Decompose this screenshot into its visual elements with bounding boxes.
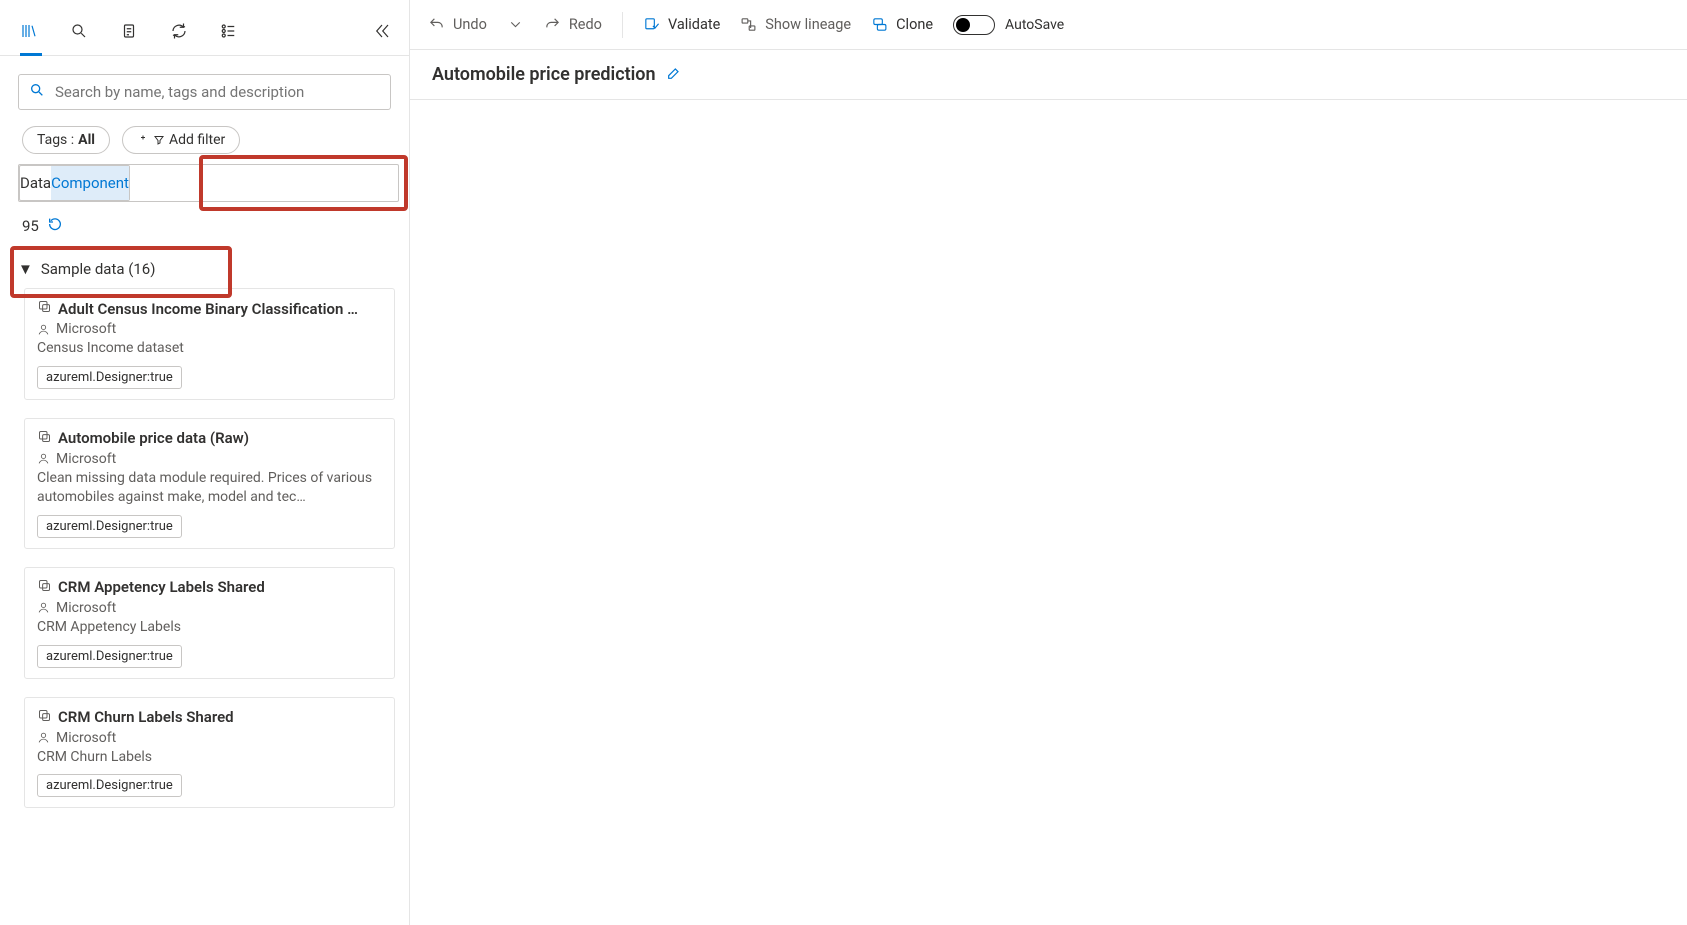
- item-owner: Microsoft: [56, 600, 116, 616]
- sidebar: Tags : All Add filter Data Component 95 …: [0, 0, 410, 925]
- tab-data[interactable]: Data: [20, 166, 51, 200]
- add-filter-pill[interactable]: Add filter: [122, 126, 240, 154]
- asset-type-tabs: Data Component: [19, 165, 130, 201]
- add-filter-label: Add filter: [169, 132, 225, 148]
- item-title: Automobile price data (Raw): [58, 429, 249, 447]
- search-input[interactable]: [53, 82, 380, 102]
- show-lineage-label: Show lineage: [765, 16, 851, 33]
- results-count: 95: [22, 217, 39, 235]
- undo-button[interactable]: Undo: [428, 16, 487, 33]
- person-icon: [37, 731, 50, 744]
- item-description: Clean missing data module required. Pric…: [37, 469, 382, 507]
- clone-button[interactable]: Clone: [871, 16, 933, 33]
- person-icon: [37, 452, 50, 465]
- undo-label: Undo: [453, 16, 487, 33]
- clone-label: Clone: [896, 16, 933, 33]
- item-owner: Microsoft: [56, 451, 116, 467]
- validate-button[interactable]: Validate: [643, 16, 720, 33]
- item-tag: azureml.Designer:true: [37, 366, 182, 389]
- tags-filter-label: Tags :: [37, 132, 74, 148]
- item-description: CRM Appetency Labels: [37, 618, 382, 637]
- show-lineage-button[interactable]: Show lineage: [740, 16, 851, 33]
- search-input-wrapper[interactable]: [18, 74, 391, 110]
- list-item[interactable]: Automobile price data (Raw) Microsoft Cl…: [24, 418, 395, 549]
- canvas-toolbar: Undo Redo Validate Show lineage Clone Au…: [410, 0, 1687, 50]
- collapse-panel-icon[interactable]: [373, 22, 391, 40]
- autosave-toggle[interactable]: AutoSave: [953, 15, 1064, 35]
- edit-title-icon[interactable]: [666, 65, 682, 85]
- magnifier-icon: [29, 82, 45, 102]
- dataset-icon: [37, 299, 52, 318]
- item-title: Adult Census Income Binary Classificatio…: [58, 300, 358, 318]
- dataset-icon: [37, 429, 52, 448]
- redo-label: Redo: [569, 16, 602, 33]
- redo-button[interactable]: Redo: [544, 16, 602, 33]
- search-icon[interactable]: [70, 22, 88, 40]
- toolbar-divider: [622, 12, 623, 38]
- item-title: CRM Churn Labels Shared: [58, 708, 234, 726]
- item-tag: azureml.Designer:true: [37, 645, 182, 668]
- canvas-area: Undo Redo Validate Show lineage Clone Au…: [410, 0, 1687, 925]
- list-item[interactable]: Adult Census Income Binary Classificatio…: [24, 288, 395, 400]
- results-count-row: 95: [0, 202, 409, 240]
- item-owner: Microsoft: [56, 730, 116, 746]
- item-description: Census Income dataset: [37, 339, 382, 358]
- dataset-icon: [37, 708, 52, 727]
- tags-filter-value: All: [78, 132, 95, 148]
- filter-row: Tags : All Add filter: [0, 126, 409, 164]
- chevron-down-icon: ▼: [18, 260, 33, 278]
- category-sample-data[interactable]: ▼ Sample data (16): [0, 252, 409, 286]
- person-icon: [37, 601, 50, 614]
- validate-label: Validate: [668, 16, 720, 33]
- list-item[interactable]: CRM Churn Labels Shared Microsoft CRM Ch…: [24, 697, 395, 809]
- design-canvas[interactable]: [410, 100, 1687, 925]
- dataset-icon: [37, 578, 52, 597]
- undo-dropdown[interactable]: [507, 16, 524, 33]
- item-owner: Microsoft: [56, 321, 116, 337]
- item-description: CRM Churn Labels: [37, 748, 382, 767]
- sample-list[interactable]: Adult Census Income Binary Classificatio…: [0, 288, 409, 925]
- person-icon: [37, 323, 50, 336]
- tags-filter-pill[interactable]: Tags : All: [22, 126, 110, 154]
- refresh-icon[interactable]: [170, 22, 188, 40]
- category-label: Sample data (16): [41, 260, 156, 278]
- item-tag: azureml.Designer:true: [37, 774, 182, 797]
- item-title: CRM Appetency Labels Shared: [58, 578, 265, 596]
- refresh-results-icon[interactable]: [47, 216, 63, 236]
- tab-component[interactable]: Component: [51, 166, 129, 200]
- pipeline-title: Automobile price prediction: [432, 64, 656, 85]
- library-icon[interactable]: [20, 22, 38, 40]
- sidebar-nav-toolbar: [0, 0, 409, 56]
- item-tag: azureml.Designer:true: [37, 515, 182, 538]
- autosave-label: AutoSave: [1005, 17, 1064, 33]
- list-item[interactable]: CRM Appetency Labels Shared Microsoft CR…: [24, 567, 395, 679]
- clipboard-icon[interactable]: [120, 22, 138, 40]
- pipeline-title-row: Automobile price prediction: [410, 50, 1687, 100]
- outline-icon[interactable]: [220, 22, 238, 40]
